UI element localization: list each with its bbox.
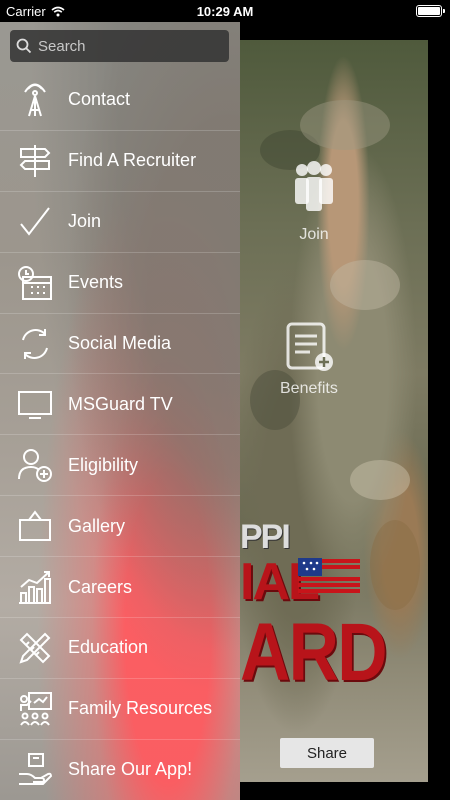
menu-item-events[interactable]: Events — [0, 253, 240, 314]
home-screen: PPI IAL ARD Join Benefits Share — [240, 22, 450, 800]
hand-box-icon — [16, 751, 54, 789]
menu-item-msguard-tv[interactable]: MSGuard TV — [0, 374, 240, 436]
search-icon — [16, 38, 32, 54]
search-input[interactable] — [38, 37, 218, 55]
menu-item-eligibility[interactable]: Eligibility — [0, 435, 240, 497]
join-shortcut-label: Join — [299, 226, 329, 243]
user-add-icon — [16, 446, 54, 484]
checkmark-icon — [16, 203, 54, 241]
status-bar: Carrier 10:29 AM — [0, 0, 450, 22]
menu-item-find-a-recruiter[interactable]: Find A Recruiter — [0, 131, 240, 192]
menu-item-label: Eligibility — [68, 454, 139, 475]
menu-item-label: MSGuard TV — [68, 393, 173, 414]
menu-item-join[interactable]: Join — [0, 192, 240, 253]
menu-item-education[interactable]: Education — [0, 618, 240, 679]
menu-item-label: Share Our App! — [68, 759, 193, 780]
flag-icon — [298, 558, 360, 593]
group-icon — [295, 161, 333, 211]
antenna-icon — [16, 81, 54, 119]
menu-item-label: Careers — [68, 576, 133, 597]
menu-item-label: Contact — [68, 89, 131, 110]
menu-item-label: Gallery — [68, 515, 126, 536]
bar-chart-icon — [16, 568, 54, 606]
menu-item-gallery[interactable]: Gallery — [0, 496, 240, 558]
menu-item-contact[interactable]: Contact — [0, 70, 240, 131]
clock: 10:29 AM — [196, 4, 254, 19]
menu-item-label: Join — [68, 211, 102, 232]
hero-photo: PPI IAL ARD Join Benefits Share — [240, 40, 428, 782]
brand-text-bottom: ARD — [240, 607, 388, 698]
calendar-clock-icon — [16, 264, 54, 302]
refresh-arrows-icon — [16, 325, 54, 363]
share-button[interactable]: Share — [280, 738, 374, 768]
menu-item-label: Family Resources — [68, 698, 213, 719]
benefits-shortcut[interactable]: Benefits — [280, 320, 338, 398]
search-bar[interactable] — [10, 30, 229, 62]
picture-frame-icon — [16, 507, 54, 545]
benefits-list-icon — [286, 322, 333, 371]
menu-item-label: Find A Recruiter — [68, 150, 197, 171]
join-shortcut[interactable]: Join — [290, 160, 338, 244]
pencil-ruler-icon — [16, 629, 54, 667]
menu-item-share-our-app[interactable]: Share Our App! — [0, 740, 240, 800]
menu-item-label: Education — [68, 637, 149, 658]
menu-item-family-resources[interactable]: Family Resources — [0, 679, 240, 740]
signpost-icon — [16, 142, 54, 180]
menu-item-social-media[interactable]: Social Media — [0, 314, 240, 375]
battery-icon — [416, 5, 445, 17]
presentation-icon — [16, 690, 54, 728]
menu-item-label: Social Media — [68, 333, 172, 353]
menu-item-label: Events — [68, 272, 124, 293]
benefits-shortcut-label: Benefits — [280, 380, 338, 397]
menu-list: Contact Find A Recruiter Join Events Soc — [0, 70, 240, 800]
tv-icon — [16, 385, 54, 423]
side-menu: Contact Find A Recruiter Join Events Soc — [0, 22, 240, 800]
menu-item-careers[interactable]: Careers — [0, 557, 240, 619]
